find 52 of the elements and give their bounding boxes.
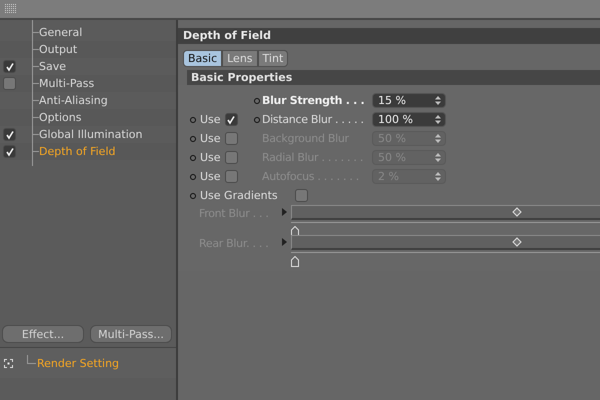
tree-item[interactable]: Options [39, 111, 82, 124]
tree-item[interactable]: Save [39, 60, 66, 73]
field-label: Blur Strength . . . [262, 94, 366, 107]
expand-arrow-icon[interactable] [282, 208, 287, 216]
spinner-arrows-icon[interactable] [435, 153, 441, 162]
checkbox[interactable] [3, 60, 16, 73]
tab[interactable]: Basic [183, 50, 222, 67]
checkbox[interactable] [3, 145, 16, 158]
option-label: Use Gradients [200, 189, 278, 202]
tab[interactable]: Tint [258, 50, 288, 67]
keyframe-dot[interactable] [254, 116, 260, 122]
use-label: Use [200, 151, 221, 164]
checkbox[interactable] [295, 189, 308, 202]
use-label: Use [200, 132, 221, 145]
focus-icon [4, 358, 13, 368]
keyframe-dot[interactable] [190, 136, 196, 142]
number-field[interactable]: 15 % [372, 93, 446, 108]
keyframe-dot[interactable] [190, 174, 196, 180]
midpoint-handle[interactable] [512, 207, 522, 217]
keyframe-dot[interactable] [190, 116, 196, 122]
spinner-arrows-icon[interactable] [435, 134, 441, 143]
number-field[interactable]: 100 % [372, 112, 446, 127]
tree-item[interactable]: General [39, 26, 82, 39]
tree-item[interactable]: Depth of Field [39, 145, 116, 158]
panel-button[interactable]: Multi-Pass... [90, 325, 172, 343]
panel-title: Depth of Field [178, 28, 600, 44]
gradient-bar[interactable] [291, 235, 600, 250]
spinner-arrows-icon[interactable] [435, 96, 441, 105]
spinner-arrows-icon[interactable] [435, 115, 441, 124]
panel-button[interactable]: Effect... [2, 325, 84, 343]
checkbox[interactable] [224, 113, 238, 126]
tree-item[interactable]: Anti-Aliasing [39, 94, 108, 107]
keyframe-dot[interactable] [254, 98, 260, 104]
expand-arrow-icon[interactable] [282, 238, 287, 246]
spinner-arrows-icon[interactable] [435, 172, 441, 181]
knot-handle[interactable] [291, 256, 299, 267]
field-label: Distance Blur . . . . . [262, 113, 365, 126]
section-header: Basic Properties [187, 70, 600, 85]
checkbox[interactable] [3, 128, 16, 141]
tree-item[interactable]: Multi-Pass [39, 77, 94, 90]
use-label: Use [200, 170, 221, 183]
keyframe-dot[interactable] [190, 192, 196, 198]
checkbox[interactable] [3, 77, 16, 90]
use-label: Use [200, 113, 221, 126]
knot-handle[interactable] [291, 226, 299, 237]
tab[interactable]: Lens [222, 50, 258, 67]
gradient-bar[interactable] [291, 205, 600, 220]
keyframe-dot[interactable] [190, 154, 196, 160]
midpoint-handle[interactable] [512, 237, 522, 247]
tree-item[interactable]: Output [39, 43, 78, 56]
tree-item[interactable]: Render Setting [37, 356, 120, 370]
tree-item[interactable]: Global Illumination [39, 128, 142, 141]
